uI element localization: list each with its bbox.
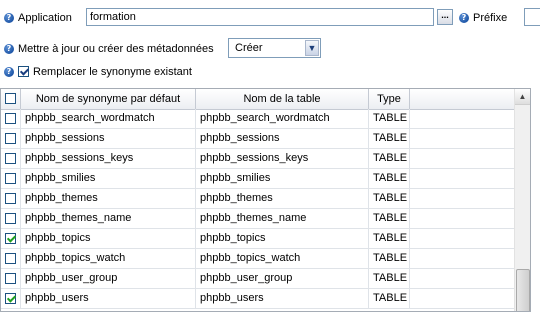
table-header: Nom de synonyme par défaut Nom de la tab…	[1, 89, 515, 110]
vertical-scrollbar[interactable]: ▲	[514, 89, 530, 311]
application-input[interactable]: formation	[86, 8, 434, 26]
row-checkbox[interactable]	[5, 213, 16, 224]
table-name-cell: phpbb_themes_name	[196, 209, 369, 228]
row-checkbox[interactable]	[5, 153, 16, 164]
table-name-cell: phpbb_sessions	[196, 129, 369, 148]
synonym-cell: phpbb_sessions_keys	[21, 149, 196, 168]
table-row[interactable]: phpbb_user_group phpbb_user_group TABLE	[1, 269, 515, 289]
select-all-cell	[1, 89, 21, 109]
browse-button[interactable]: ...	[437, 9, 453, 25]
row-checkbox[interactable]	[5, 273, 16, 284]
row-checkbox-cell	[1, 129, 21, 148]
table-row[interactable]: phpbb_smilies phpbb_smilies TABLE	[1, 169, 515, 189]
table-row[interactable]: phpbb_sessions phpbb_sessions TABLE	[1, 129, 515, 149]
update-label: Mettre à jour ou créer des métadonnées	[18, 43, 214, 55]
prefix-label: Préfixe	[473, 12, 508, 24]
row-checkbox-cell	[1, 269, 21, 288]
synonym-cell: phpbb_smilies	[21, 169, 196, 188]
prefix-input[interactable]	[524, 8, 540, 26]
row-checkbox-cell	[1, 109, 21, 128]
type-cell: TABLE	[369, 249, 410, 268]
table-row[interactable]: phpbb_topics_watch phpbb_topics_watch TABL…	[1, 249, 515, 269]
table-name-cell: phpbb_themes	[196, 189, 369, 208]
chevron-down-icon[interactable]: ▼	[305, 40, 319, 56]
row-checkbox-cell	[1, 289, 21, 308]
table-row[interactable]: phpbb_users phpbb_users TABLE	[1, 289, 515, 309]
table-row[interactable]: phpbb_sessions_keys phpbb_sessions_keys TA…	[1, 149, 515, 169]
scrollbar-thumb[interactable]	[516, 269, 530, 311]
synonym-cell: phpbb_users	[21, 289, 196, 308]
type-cell: TABLE	[369, 169, 410, 188]
synonym-cell: phpbb_sessions	[21, 129, 196, 148]
type-cell: TABLE	[369, 289, 410, 308]
row-checkbox-cell	[1, 209, 21, 228]
row-checkbox-cell	[1, 229, 21, 248]
table-name-cell: phpbb_sessions_keys	[196, 149, 369, 168]
synonym-cell: phpbb_themes	[21, 189, 196, 208]
type-cell: TABLE	[369, 229, 410, 248]
row-checkbox-cell	[1, 249, 21, 268]
row-checkbox[interactable]	[5, 133, 16, 144]
synonym-cell: phpbb_topics_watch	[21, 249, 196, 268]
scroll-up-icon[interactable]: ▲	[515, 89, 530, 105]
column-header-synonym[interactable]: Nom de synonyme par défaut	[21, 89, 196, 109]
column-header-table[interactable]: Nom de la table	[196, 89, 369, 109]
table-name-cell: phpbb_topics_watch	[196, 249, 369, 268]
table-row[interactable]: phpbb_themes phpbb_themes TABLE	[1, 189, 515, 209]
synonym-cell: phpbb_topics	[21, 229, 196, 248]
type-cell: TABLE	[369, 269, 410, 288]
row-checkbox[interactable]	[5, 233, 16, 244]
help-icon[interactable]: ?	[4, 44, 14, 54]
application-label: Application	[18, 12, 72, 24]
row-checkbox[interactable]	[5, 113, 16, 124]
synonym-cell: phpbb_search_wordmatch	[21, 109, 196, 128]
row-checkbox[interactable]	[5, 173, 16, 184]
table-name-cell: phpbb_users	[196, 289, 369, 308]
synonym-cell: phpbb_themes_name	[21, 209, 196, 228]
column-header-type[interactable]: Type	[369, 89, 410, 109]
update-select-value: Créer	[235, 42, 263, 54]
help-icon[interactable]: ?	[4, 67, 14, 77]
type-cell: TABLE	[369, 149, 410, 168]
table-row[interactable]: phpbb_search_wordmatch phpbb_search_wordm…	[1, 109, 515, 129]
table-row[interactable]: phpbb_themes_name phpbb_themes_name TABLE	[1, 209, 515, 229]
row-checkbox[interactable]	[5, 193, 16, 204]
row-checkbox-cell	[1, 189, 21, 208]
row-checkbox-cell	[1, 169, 21, 188]
type-cell: TABLE	[369, 109, 410, 128]
row-checkbox[interactable]	[5, 253, 16, 264]
type-cell: TABLE	[369, 189, 410, 208]
select-all-checkbox[interactable]	[5, 93, 16, 104]
type-cell: TABLE	[369, 129, 410, 148]
row-checkbox[interactable]	[5, 293, 16, 304]
help-icon[interactable]: ?	[459, 13, 469, 23]
table-name-cell: phpbb_topics	[196, 229, 369, 248]
table-row[interactable]: phpbb_topics phpbb_topics TABLE	[1, 229, 515, 249]
type-cell: TABLE	[369, 209, 410, 228]
table-name-cell: phpbb_search_wordmatch	[196, 109, 369, 128]
replace-synonym-label: Remplacer le synonyme existant	[33, 66, 192, 78]
help-icon[interactable]: ?	[4, 13, 14, 23]
synonym-cell: phpbb_user_group	[21, 269, 196, 288]
row-checkbox-cell	[1, 149, 21, 168]
replace-synonym-checkbox[interactable]	[18, 66, 29, 77]
synonym-table: Nom de synonyme par défaut Nom de la tab…	[0, 88, 531, 312]
table-name-cell: phpbb_user_group	[196, 269, 369, 288]
update-select[interactable]: Créer ▼	[228, 38, 321, 58]
table-name-cell: phpbb_smilies	[196, 169, 369, 188]
